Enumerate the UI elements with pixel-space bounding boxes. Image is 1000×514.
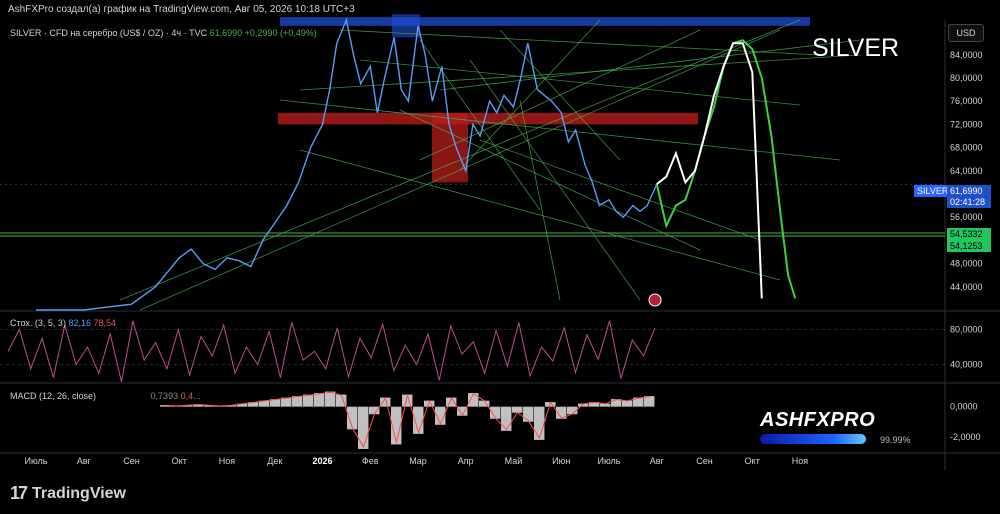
stoch-tick-label: 40,0000 [950,360,983,370]
macd-bar [644,396,655,407]
projection-path [656,42,763,299]
y-tick-label: 76,0000 [950,96,983,106]
x-tick-label: Ноя [219,456,236,466]
macd-bar [314,393,325,407]
y-tick-label: 64,0000 [950,166,983,176]
macd-bar [303,394,314,407]
macd-tick-label: 0,0000 [950,402,978,412]
macd-bar [358,406,369,449]
y-tick-label: 68,0000 [950,143,983,153]
y-tick-label: 72,0000 [950,119,983,129]
projection-path [655,39,797,299]
x-tick-label: Авг [77,456,92,466]
silver-label-tag: SILVER [914,185,952,197]
brand-percent: 99.99% [880,435,911,445]
x-tick-label: Апр [458,456,474,466]
x-tick-label: Июн [552,456,570,466]
resistance-zone-vertical [432,112,468,183]
y-tick-label: 56,0000 [950,212,983,222]
tradingview-logo-icon: 17 [10,483,28,503]
macd-bar [512,406,523,413]
y-tick-label: 48,0000 [950,259,983,269]
us-flag-icon [648,293,662,307]
x-tick-label: Май [505,456,523,466]
tradingview-logo-text: TradingView [32,484,126,502]
trendline [439,39,861,91]
tradingview-logo[interactable]: 17 TradingView [10,483,126,504]
y-tick-label: 80,0000 [950,73,983,83]
green-level-2-tag: 54,1253 [947,240,991,252]
x-tick-label: Окт [745,456,760,466]
x-tick-label: Июль [25,456,48,466]
macd-bar [622,400,633,407]
macd-bar [325,391,336,407]
symbol-change: +0,2990 (+0,49%) [244,28,317,38]
macd-bar [369,406,380,415]
symbol-legend[interactable]: SILVER · CFD на серебро (US$ / OZ) · 4ч … [10,28,317,38]
x-tick-label: Сен [696,456,713,466]
stoch-legend[interactable]: Стох. (3, 5, 3) 82,16 78,54 [10,318,116,328]
x-tick-label: 2026 [312,456,332,466]
countdown-tag: 02:41:28 [947,196,991,208]
x-tick-label: Дек [267,456,282,466]
trendline [299,54,861,91]
price-series-line [36,17,658,311]
x-tick-label: Июль [598,456,621,466]
stoch-k: 82,16 [68,318,91,328]
macd-signal: 0,4... [180,391,201,401]
x-tick-label: Окт [172,456,187,466]
x-tick-label: Авг [650,456,665,466]
macd-bar [292,396,303,407]
trendline [519,99,561,301]
x-tick-label: Фев [362,456,379,466]
x-tick-label: Сен [123,456,140,466]
stoch-name: Стох. (3, 5, 3) [10,318,66,328]
x-tick-label: Ноя [792,456,809,466]
y-tick-label: 84,0000 [950,50,983,60]
stoch-d: 78,54 [93,318,117,328]
macd-bar [523,406,534,422]
macd-value: 0,7393 [150,391,179,401]
trendline [479,139,761,241]
currency-button[interactable]: USD [948,24,984,42]
trendline [299,149,781,281]
macd-legend[interactable]: MACD (12, 26, close) 0,7393 0,4... [10,391,201,401]
stoch-line [7,320,656,383]
brand-progress-bar [760,434,866,444]
top-zone [280,17,810,26]
brand-name: ASHFXPRO [760,409,876,431]
symbol-name: SILVER · CFD на серебро (US$ / OZ) · 4ч … [10,28,208,38]
macd-bar [534,406,545,440]
annotation-title: SILVER [812,34,900,62]
stoch-tick-label: 80,0000 [950,325,983,335]
trendline [339,29,821,56]
macd-tick-label: -2,0000 [950,432,981,442]
macd-name: MACD (12, 26, close) [10,391,97,401]
y-tick-label: 44,0000 [950,282,983,292]
green-level-1-tag: 54,5332 [947,228,991,240]
trendline [459,19,601,171]
macd-bar [501,406,512,431]
x-tick-label: Мар [409,456,427,466]
symbol-last: 61,6990 [209,28,243,38]
